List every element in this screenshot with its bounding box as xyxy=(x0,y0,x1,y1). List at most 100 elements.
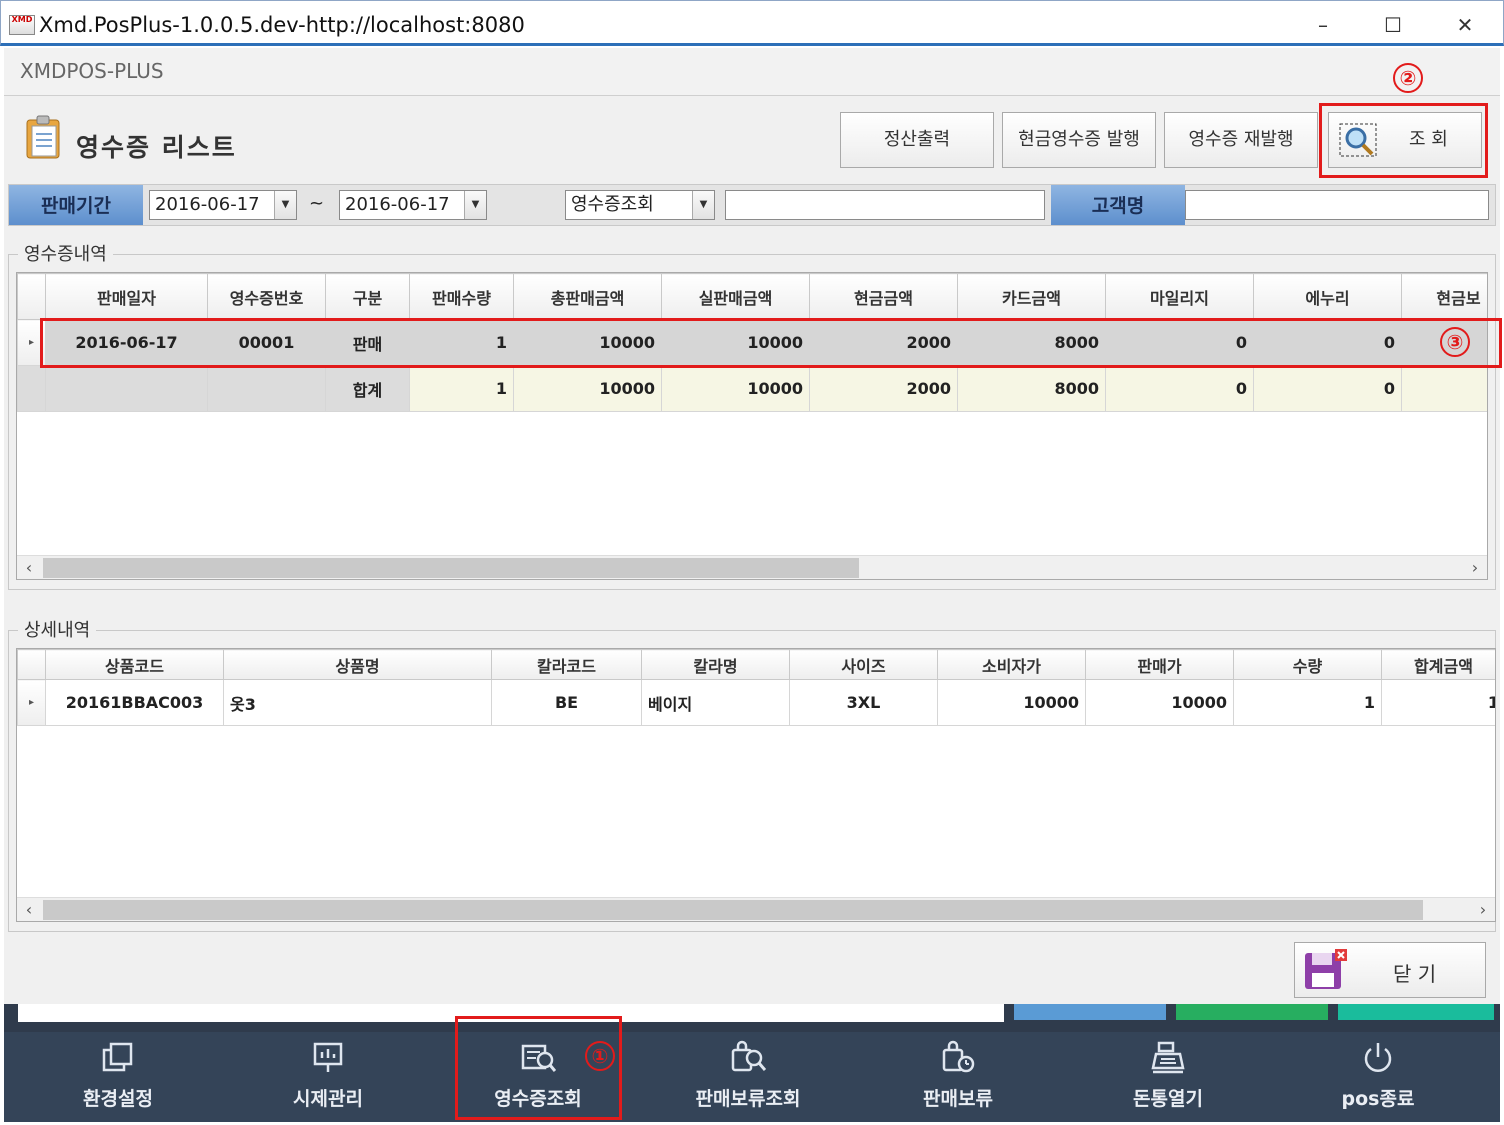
col-header[interactable]: 판매일자 xyxy=(45,273,208,320)
cell-total[interactable]: 1 xyxy=(1381,679,1495,726)
register-icon xyxy=(1151,1041,1185,1074)
main-panel: 영수증 리스트 정산출력 현금영수증 발행 영수증 재발행 조 회 판매기간 2… xyxy=(4,96,1500,1004)
col-header[interactable]: 현금보 xyxy=(1401,273,1487,320)
col-header[interactable]: 현금금액 xyxy=(809,273,958,320)
query-type-select[interactable]: 영수증조회 ▼ xyxy=(565,190,715,220)
annotation-number-1: ① xyxy=(585,1041,615,1071)
chevron-down-icon[interactable]: ▼ xyxy=(692,191,714,219)
receipts-group-label: 영수증내역 xyxy=(18,240,113,266)
details-hscrollbar[interactable]: ‹ › xyxy=(17,897,1495,921)
row-header-corner xyxy=(17,273,46,320)
sum-label: 합계 xyxy=(325,365,410,412)
col-header[interactable]: 칼라코드 xyxy=(491,649,642,680)
customer-name-input[interactable] xyxy=(1185,190,1489,220)
app-header: XMDPOS-PLUS xyxy=(4,48,1500,96)
sum-net-amount: 10000 xyxy=(661,365,810,412)
col-header[interactable]: 판매수량 xyxy=(409,273,514,320)
row-header-corner xyxy=(17,649,46,680)
app-logo-icon: XMD xyxy=(9,15,35,35)
minimize-button[interactable]: – xyxy=(1303,11,1343,39)
hold-search-icon xyxy=(731,1040,766,1072)
col-header[interactable]: 합계금액 xyxy=(1381,649,1495,680)
close-window-button[interactable]: ✕ xyxy=(1445,11,1485,39)
col-header[interactable]: 상품코드 xyxy=(45,649,224,680)
window-title: Xmd.PosPlus-1.0.0.5.dev-http://localhost… xyxy=(39,13,525,37)
receipt-reissue-button[interactable]: 영수증 재발행 xyxy=(1164,112,1318,168)
scroll-left-icon[interactable]: ‹ xyxy=(17,556,41,579)
app-name: XMDPOS-PLUS xyxy=(20,59,164,83)
scroll-thumb[interactable] xyxy=(43,558,859,578)
window-titlebar: XMD Xmd.PosPlus-1.0.0.5.dev-http://local… xyxy=(0,0,1504,46)
sum-cash-amount: 2000 xyxy=(809,365,958,412)
cell-size[interactable]: 3XL xyxy=(789,679,938,726)
col-header[interactable]: 에누리 xyxy=(1253,273,1402,320)
nav-label: pos종료 xyxy=(1341,1088,1415,1110)
table-row[interactable]: ▸ 20161BBAC003 옷3 BE 베이지 3XL 10000 10000… xyxy=(17,679,1495,726)
sum-row: 합계 1 10000 10000 2000 8000 0 0 xyxy=(17,365,1487,412)
cash-receipt-issue-button[interactable]: 현금영수증 발행 xyxy=(1002,112,1156,168)
copy-icon xyxy=(102,1042,133,1072)
nav-pos-exit[interactable]: pos종료 xyxy=(1278,1032,1478,1122)
nav-open-drawer[interactable]: 돈통열기 xyxy=(1068,1032,1268,1122)
col-header[interactable]: 실판매금액 xyxy=(661,273,810,320)
sum-mileage: 0 xyxy=(1105,365,1254,412)
cell-quantity[interactable]: 1 xyxy=(1233,679,1382,726)
nav-label: 판매보류조회 xyxy=(695,1088,801,1110)
col-header[interactable]: 카드금액 xyxy=(957,273,1106,320)
settlement-print-button[interactable]: 정산출력 xyxy=(840,112,994,168)
nav-sale-hold[interactable]: 판매보류 xyxy=(858,1032,1058,1122)
status-segment-teal xyxy=(1338,1004,1494,1020)
annotation-box-row xyxy=(40,318,1502,368)
col-header[interactable]: 마일리지 xyxy=(1105,273,1254,320)
scroll-right-icon[interactable]: › xyxy=(1471,898,1495,921)
sum-qty: 1 xyxy=(409,365,514,412)
chevron-down-icon[interactable]: ▼ xyxy=(274,191,296,219)
col-header[interactable]: 총판매금액 xyxy=(513,273,662,320)
details-group-label: 상세내역 xyxy=(18,616,97,642)
col-header[interactable]: 영수증번호 xyxy=(207,273,326,320)
col-header[interactable]: 판매가 xyxy=(1085,649,1234,680)
receipts-hscrollbar[interactable]: ‹ › xyxy=(17,555,1487,579)
col-header[interactable]: 수량 xyxy=(1233,649,1382,680)
col-header[interactable]: 소비자가 xyxy=(937,649,1086,680)
col-header[interactable]: 사이즈 xyxy=(789,649,938,680)
details-grid[interactable]: 상품코드 상품명 칼라코드 칼라명 사이즈 소비자가 판매가 수량 합계금액 ▸… xyxy=(16,648,1496,922)
nav-label: 돈통열기 xyxy=(1133,1088,1203,1110)
details-table: 상품코드 상품명 칼라코드 칼라명 사이즈 소비자가 판매가 수량 합계금액 ▸… xyxy=(17,649,1495,726)
filter-bar: 판매기간 2016-06-17 ▼ ~ 2016-06-17 ▼ 영수증조회 ▼… xyxy=(8,184,1496,226)
cell-product-name[interactable]: 옷3 xyxy=(223,679,492,726)
annotation-number-2: ② xyxy=(1393,63,1423,93)
receipts-header-row: 판매일자 영수증번호 구분 판매수량 총판매금액 실판매금액 현금금액 카드금액… xyxy=(17,273,1487,320)
cell-color-code[interactable]: BE xyxy=(491,679,642,726)
scroll-thumb[interactable] xyxy=(43,900,1423,920)
date-from-picker[interactable]: 2016-06-17 ▼ xyxy=(149,190,297,220)
date-range-tilde: ~ xyxy=(309,193,325,214)
col-header[interactable]: 상품명 xyxy=(223,649,492,680)
date-to-value: 2016-06-17 xyxy=(345,194,450,215)
close-button[interactable]: 닫 기 xyxy=(1294,942,1486,998)
date-from-value: 2016-06-17 xyxy=(155,194,260,215)
chevron-down-icon[interactable]: ▼ xyxy=(464,191,486,219)
sum-cell xyxy=(207,365,326,412)
nav-hold-lookup[interactable]: 판매보류조회 xyxy=(648,1032,848,1122)
annotation-number-3: ③ xyxy=(1440,327,1470,357)
close-button-label: 닫 기 xyxy=(1393,962,1437,986)
scroll-right-icon[interactable]: › xyxy=(1463,556,1487,579)
maximize-button[interactable]: ☐ xyxy=(1373,11,1413,39)
cell-product-code[interactable]: 20161BBAC003 xyxy=(45,679,224,726)
details-header-row: 상품코드 상품명 칼라코드 칼라명 사이즈 소비자가 판매가 수량 합계금액 xyxy=(17,649,1495,680)
scroll-left-icon[interactable]: ‹ xyxy=(17,898,41,921)
sum-cell xyxy=(45,365,208,412)
date-to-picker[interactable]: 2016-06-17 ▼ xyxy=(339,190,487,220)
cell-sale-price[interactable]: 10000 xyxy=(1085,679,1234,726)
nav-cash-management[interactable]: 시제관리 xyxy=(228,1032,428,1122)
cell-retail-price[interactable]: 10000 xyxy=(937,679,1086,726)
query-value-input[interactable] xyxy=(725,190,1045,220)
col-header[interactable]: 칼라명 xyxy=(641,649,790,680)
row-marker-icon: ▸ xyxy=(17,679,46,726)
nav-settings[interactable]: 환경설정 xyxy=(18,1032,218,1122)
bag-clock-icon xyxy=(942,1040,975,1073)
sum-total-amount: 10000 xyxy=(513,365,662,412)
col-header[interactable]: 구분 xyxy=(325,273,410,320)
cell-color-name[interactable]: 베이지 xyxy=(641,679,790,726)
